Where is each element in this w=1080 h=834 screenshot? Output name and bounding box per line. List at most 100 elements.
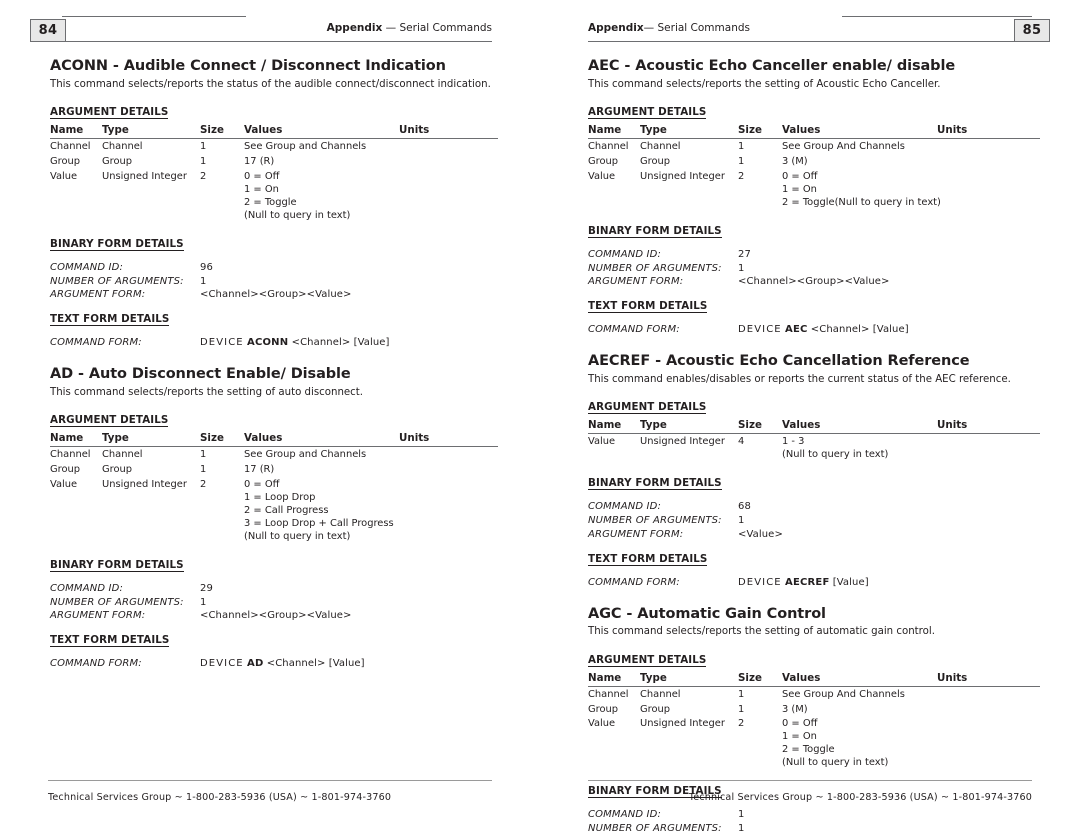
cell-values: See Group And Channels [782, 138, 937, 153]
value-line: 0 = Off [782, 718, 818, 730]
column-header-name: Name [50, 431, 102, 447]
value-line: See Group And Channels [782, 141, 905, 153]
text-command-form-value: DEVICE ACONN <Channel> [Value] [200, 336, 390, 350]
text-command-form-value: DEVICE AEC <Channel> [Value] [738, 323, 909, 337]
page-header-right: 85 Appendix— Serial Commands [540, 0, 1080, 52]
value-line: 1 = On [244, 183, 279, 195]
value-line: 17 (R) [244, 463, 275, 475]
value-line: 1 = On [782, 183, 817, 195]
value-line: (Null to query in text) [782, 449, 889, 461]
command-keyword: AEC [785, 324, 808, 336]
value-line: (Null to query in text) [244, 530, 351, 542]
section-heading-binary-form-details: BINARY FORM DETAILS [50, 237, 184, 251]
cell-values: 17 (R) [244, 153, 399, 168]
argument-details-table: Name Type Size Values Units Channel Channel 1 Se… [50, 431, 498, 543]
text-command-form-row: COMMAND FORM: DEVICE AD <Channel> [Value] [50, 657, 498, 671]
binary-number-of-arguments-row: NUMBER OF ARGUMENTS: 1 [50, 275, 498, 289]
section-heading-text-form-details: TEXT FORM DETAILS [50, 313, 170, 327]
cell-type: Unsigned Integer [102, 170, 187, 182]
cell-type: Channel [102, 141, 143, 153]
header-title: Appendix — Serial Commands [327, 22, 492, 34]
header-title-prefix: Appendix [326, 22, 383, 34]
cell-type: Group [102, 155, 133, 167]
cell-values: 1 - 3 (Null to query in text) [782, 433, 937, 461]
column-header-size: Size [200, 431, 244, 447]
value-line: 1 = Loop Drop [244, 491, 316, 503]
cell-name: Group [588, 155, 619, 167]
binary-command-id-label: COMMAND ID: [588, 248, 661, 260]
value-line: 3 (M) [782, 703, 808, 715]
manual-page-spread: 84 Appendix — Serial Commands ACONN - Au… [0, 0, 1080, 834]
section-heading-binary-form-details: BINARY FORM DETAILS [588, 224, 722, 238]
column-header-values: Values [782, 123, 937, 139]
cell-units [399, 138, 498, 153]
footer-rule [48, 780, 492, 781]
column-header-units: Units [399, 123, 498, 139]
header-title-dash: — [382, 22, 400, 34]
argument-details-table: Name Type Size Values Units Channel Channel 1 Se… [588, 671, 1040, 770]
cell-units [399, 461, 498, 476]
cell-units [399, 446, 498, 461]
binary-argument-form-label: ARGUMENT FORM: [50, 610, 146, 622]
command-description: This command enables/disables or reports… [588, 373, 1011, 385]
table-header-row: Name Type Size Values Units [50, 431, 498, 447]
page-right: 85 Appendix— Serial Commands AEC - Acous… [540, 0, 1080, 834]
column-header-type: Type [640, 671, 738, 687]
column-header-name: Name [588, 123, 640, 139]
value-line: 3 = Loop Drop + Call Progress [244, 517, 394, 529]
content-column-left: ACONN - Audible Connect / Disconnect Ind… [50, 58, 498, 671]
cell-units [937, 686, 1040, 701]
page-number-badge: 85 [1014, 19, 1050, 42]
binary-argument-form-row: ARGUMENT FORM: <Channel><Group><Value> [50, 609, 498, 623]
cell-values: See Group And Channels [782, 686, 937, 701]
cell-values: 0 = Off1 = On2 = Toggle(Null to query in… [782, 168, 941, 209]
command-block: AEC - Acoustic Echo Canceller enable/ di… [588, 58, 1040, 337]
column-header-values: Values [244, 123, 399, 139]
cell-units [937, 153, 1040, 168]
cell-size: 2 [200, 170, 207, 182]
command-block: AD - Auto Disconnect Enable/ Disable This… [50, 366, 498, 671]
value-line: (Null to query in text) [244, 209, 351, 221]
cell-type: Channel [640, 141, 681, 153]
cell-name: Group [50, 155, 81, 167]
table-row: Channel Channel 1 See Group and Channels [50, 446, 498, 461]
value-line: See Group and Channels [244, 141, 367, 153]
command-keyword: ACONN [247, 337, 289, 349]
binary-command-id-value: 96 [200, 261, 213, 273]
command-description: This command selects/reports the setting… [50, 386, 364, 398]
command-form-composite: DEVICE AECREF [Value] [738, 577, 869, 588]
cell-size: 1 [738, 155, 745, 167]
value-line: 0 = Off [782, 170, 818, 182]
binary-number-of-arguments-row: NUMBER OF ARGUMENTS: 1 [50, 596, 498, 610]
cell-values: 0 = Off1 = On2 = Toggle(Null to query in… [244, 168, 399, 222]
section-heading-binary-form-details: BINARY FORM DETAILS [50, 558, 184, 572]
binary-command-id-label: COMMAND ID: [50, 261, 123, 273]
cell-name: Value [588, 718, 616, 730]
binary-argument-form-row: ARGUMENT FORM: <Channel><Group><Value> [50, 288, 498, 302]
column-header-values: Values [782, 418, 937, 434]
cell-size: 4 [738, 436, 745, 448]
cell-units [937, 433, 1040, 461]
section-heading-binary-form-details: BINARY FORM DETAILS [588, 477, 722, 491]
binary-number-of-arguments-value: 1 [738, 515, 745, 527]
argument-details-table: Name Type Size Values Units Value Unsigned Int… [588, 418, 1040, 462]
section-heading-argument-details: ARGUMENT DETAILS [588, 400, 707, 414]
footer-text: Technical Services Group ~ 1-800-283-593… [48, 792, 392, 803]
table-row: Group Group 1 3 (M) [588, 701, 1040, 716]
text-command-form-label: COMMAND FORM: [588, 324, 680, 336]
table-row: Channel Channel 1 See Group And Channels [588, 138, 1040, 153]
value-line: 2 = Call Progress [244, 504, 329, 516]
header-rule-top [62, 16, 246, 17]
column-header-values: Values [782, 671, 937, 687]
table-row: Group Group 1 17 (R) [50, 153, 498, 168]
cell-units [937, 138, 1040, 153]
table-header-row: Name Type Size Values Units [588, 671, 1040, 687]
command-title: AGC - Automatic Gain Control [588, 605, 826, 622]
device-keyword: DEVICE [200, 658, 244, 670]
binary-command-id-value: 68 [738, 501, 751, 513]
